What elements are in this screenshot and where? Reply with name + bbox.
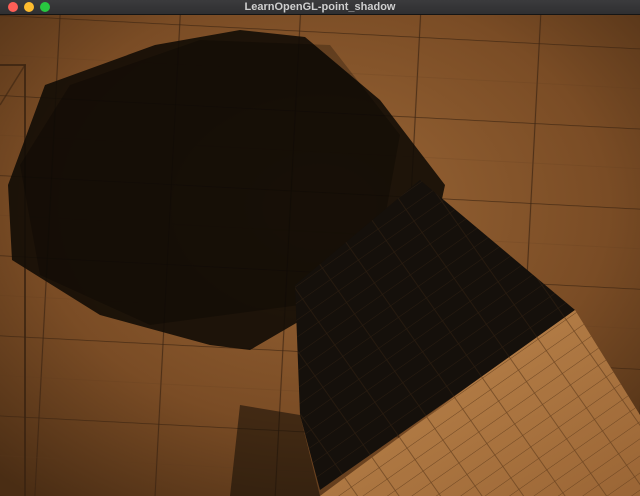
window-title: LearnOpenGL-point_shadow [244,1,396,13]
scene-canvas [0,15,640,496]
render-viewport[interactable] [0,15,640,496]
app-window: LearnOpenGL-point_shadow [0,0,640,496]
titlebar[interactable]: LearnOpenGL-point_shadow [0,0,640,15]
